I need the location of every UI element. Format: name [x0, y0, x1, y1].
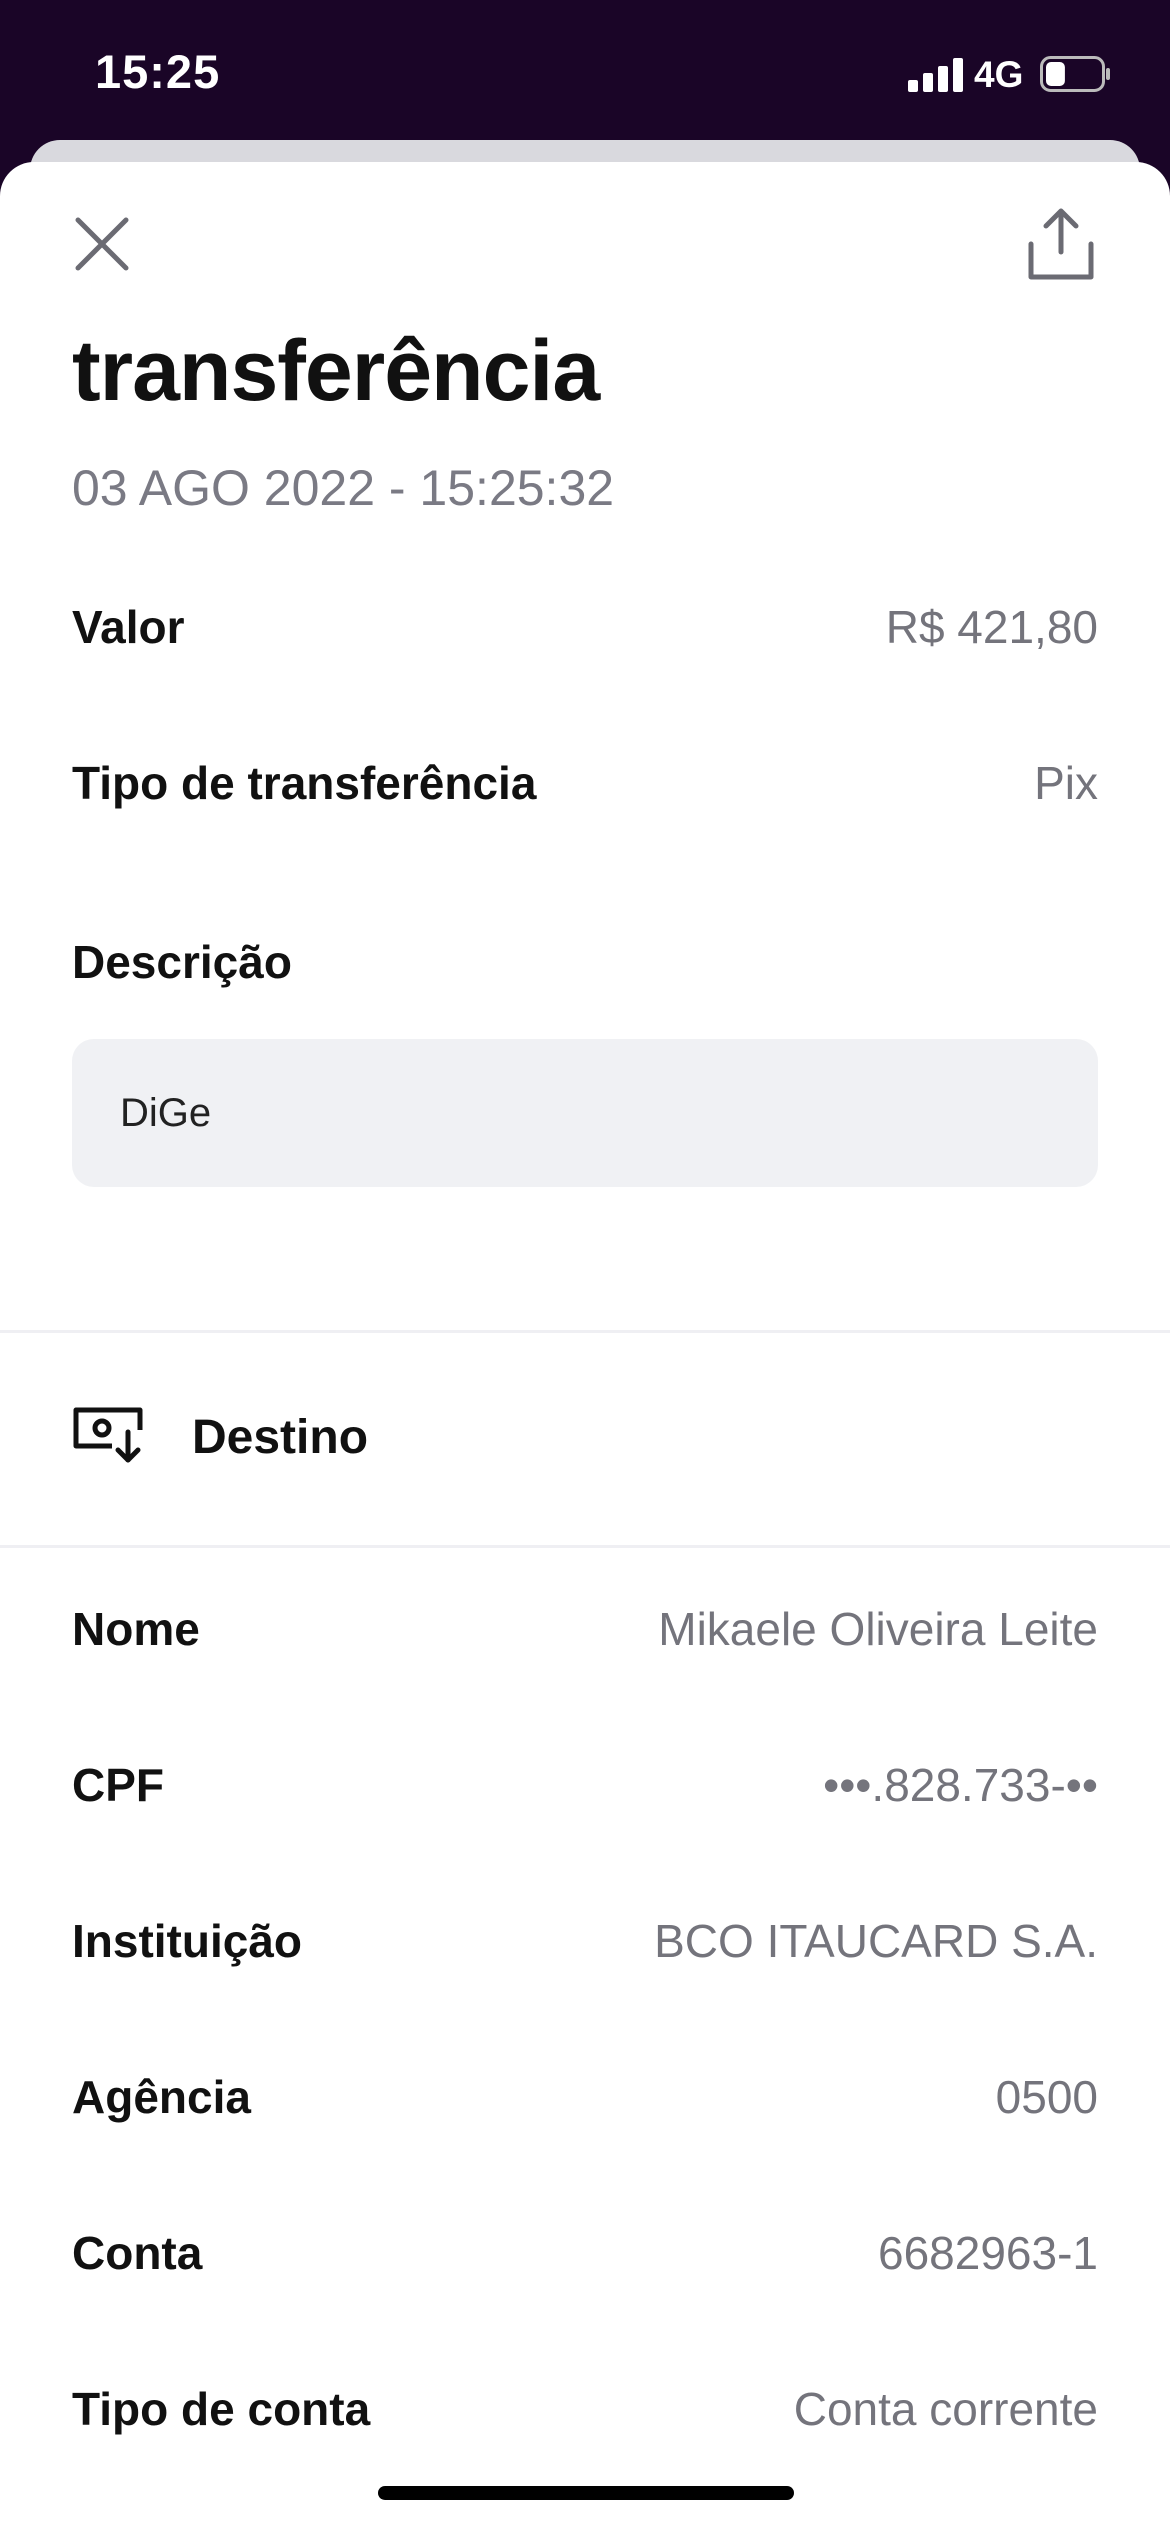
section-divider: [0, 1330, 1170, 1333]
detail-row-cpf: CPF •••.828.733-••: [72, 1758, 1098, 1838]
detail-value: Conta corrente: [793, 2383, 1098, 2435]
battery-icon: [1040, 56, 1110, 92]
detail-label: Nome: [72, 1603, 200, 1655]
signal-icon: [908, 58, 963, 92]
detail-value: 6682963-1: [878, 2227, 1098, 2279]
detail-row-agency: Agência 0500: [72, 2070, 1098, 2150]
detail-value: R$ 421,80: [885, 601, 1098, 653]
detail-label: Tipo de conta: [72, 2383, 371, 2435]
detail-row-name: Nome Mikaele Oliveira Leite: [72, 1602, 1098, 1682]
share-icon[interactable]: [1026, 206, 1096, 282]
detail-label: Tipo de transferência: [72, 757, 537, 809]
detail-label: Valor: [72, 601, 185, 653]
status-bar: 15:25 4G: [0, 0, 1170, 150]
network-type: 4G: [974, 54, 1024, 95]
detail-label: CPF: [72, 1759, 164, 1811]
home-indicator[interactable]: [378, 2486, 794, 2500]
detail-row-account-type: Tipo de conta Conta corrente: [72, 2382, 1098, 2462]
detail-value: Pix: [1034, 757, 1098, 809]
transfer-timestamp: 03 AGO 2022 - 15:25:32: [72, 460, 615, 516]
detail-label: Instituição: [72, 1915, 303, 1967]
close-icon[interactable]: [70, 212, 134, 276]
page-title: transferência: [72, 323, 600, 419]
detail-row-account: Conta 6682963-1: [72, 2226, 1098, 2306]
detail-value: 0500: [995, 2071, 1098, 2123]
detail-value: •••.828.733-••: [823, 1759, 1098, 1811]
detail-value: Mikaele Oliveira Leite: [658, 1603, 1098, 1655]
detail-row-transfer-type: Tipo de transferência Pix: [72, 756, 1098, 836]
detail-row-institution: Instituição BCO ITAUCARD S.A.: [72, 1914, 1098, 1994]
description-box: DiGe: [72, 1039, 1098, 1187]
detail-label: Agência: [72, 2071, 251, 2123]
destination-icon: [73, 1407, 143, 1463]
status-time: 15:25: [95, 45, 221, 98]
description-text: DiGe: [120, 1091, 212, 1135]
description-label: Descrição: [72, 936, 292, 988]
detail-value: BCO ITAUCARD S.A.: [654, 1915, 1098, 1967]
destination-section-title: Destino: [192, 1411, 369, 1464]
detail-label: Conta: [72, 2227, 203, 2279]
section-divider: [0, 1545, 1170, 1548]
detail-row-value: Valor R$ 421,80: [72, 600, 1098, 680]
transfer-receipt-sheet: transferência 03 AGO 2022 - 15:25:32 Val…: [0, 162, 1170, 2532]
